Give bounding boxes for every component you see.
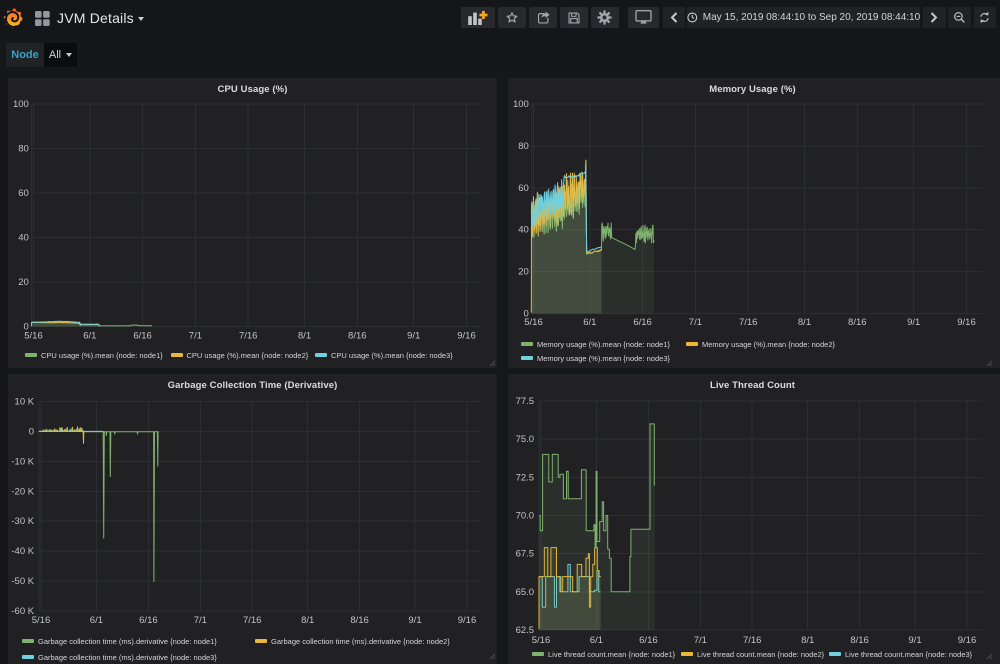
svg-text:8/1: 8/1 — [298, 331, 311, 342]
svg-text:-40 K: -40 K — [11, 546, 34, 557]
svg-text:100: 100 — [13, 99, 29, 110]
svg-text:-20 K: -20 K — [11, 486, 34, 497]
svg-text:7/1: 7/1 — [194, 615, 207, 626]
svg-text:6/16: 6/16 — [133, 331, 152, 342]
svg-text:6/16: 6/16 — [633, 317, 652, 328]
svg-text:8/1: 8/1 — [798, 317, 811, 328]
svg-text:-30 K: -30 K — [11, 516, 34, 527]
svg-text:7/16: 7/16 — [239, 331, 258, 342]
svg-text:5/16: 5/16 — [24, 331, 43, 342]
svg-text:80: 80 — [518, 141, 529, 152]
svg-text:77.5: 77.5 — [516, 396, 535, 407]
svg-text:9/16: 9/16 — [458, 615, 477, 626]
svg-text:7/1: 7/1 — [189, 331, 202, 342]
svg-text:9/1: 9/1 — [907, 317, 920, 328]
svg-text:-10 K: -10 K — [11, 456, 34, 467]
svg-text:5/16: 5/16 — [32, 615, 51, 626]
svg-text:9/16: 9/16 — [457, 331, 476, 342]
svg-text:7/16: 7/16 — [739, 317, 758, 328]
svg-text:7/1: 7/1 — [694, 635, 707, 646]
svg-text:6/16: 6/16 — [639, 635, 658, 646]
svg-text:8/1: 8/1 — [801, 635, 814, 646]
svg-text:9/16: 9/16 — [958, 635, 977, 646]
svg-text:8/16: 8/16 — [850, 635, 869, 646]
svg-text:7/16: 7/16 — [243, 615, 262, 626]
svg-text:20: 20 — [518, 267, 529, 278]
svg-text:5/16: 5/16 — [524, 317, 543, 328]
svg-text:5/16: 5/16 — [532, 635, 551, 646]
svg-text:60: 60 — [18, 188, 29, 199]
svg-text:72.5: 72.5 — [516, 472, 535, 483]
svg-text:8/16: 8/16 — [348, 331, 367, 342]
svg-text:6/1: 6/1 — [590, 635, 603, 646]
svg-text:60: 60 — [518, 183, 529, 194]
svg-text:75.0: 75.0 — [516, 434, 535, 445]
svg-text:40: 40 — [518, 225, 529, 236]
svg-text:8/16: 8/16 — [848, 317, 867, 328]
svg-text:100: 100 — [513, 99, 529, 110]
svg-text:6/1: 6/1 — [90, 615, 103, 626]
svg-text:20: 20 — [18, 277, 29, 288]
svg-text:6/1: 6/1 — [83, 331, 96, 342]
svg-text:0: 0 — [29, 426, 34, 437]
svg-text:9/1: 9/1 — [407, 331, 420, 342]
svg-text:40: 40 — [18, 233, 29, 244]
svg-text:9/1: 9/1 — [908, 635, 921, 646]
svg-text:80: 80 — [18, 144, 29, 155]
svg-text:-50 K: -50 K — [11, 576, 34, 587]
svg-text:67.5: 67.5 — [516, 549, 535, 560]
svg-text:70.0: 70.0 — [516, 511, 535, 522]
svg-text:8/16: 8/16 — [350, 615, 369, 626]
svg-text:8/1: 8/1 — [301, 615, 314, 626]
svg-text:9/1: 9/1 — [408, 615, 421, 626]
svg-text:65.0: 65.0 — [516, 587, 535, 598]
svg-text:7/16: 7/16 — [743, 635, 762, 646]
svg-text:7/1: 7/1 — [689, 317, 702, 328]
svg-text:10 K: 10 K — [15, 397, 35, 408]
svg-text:6/1: 6/1 — [583, 317, 596, 328]
svg-text:6/16: 6/16 — [139, 615, 158, 626]
svg-text:9/16: 9/16 — [957, 317, 976, 328]
